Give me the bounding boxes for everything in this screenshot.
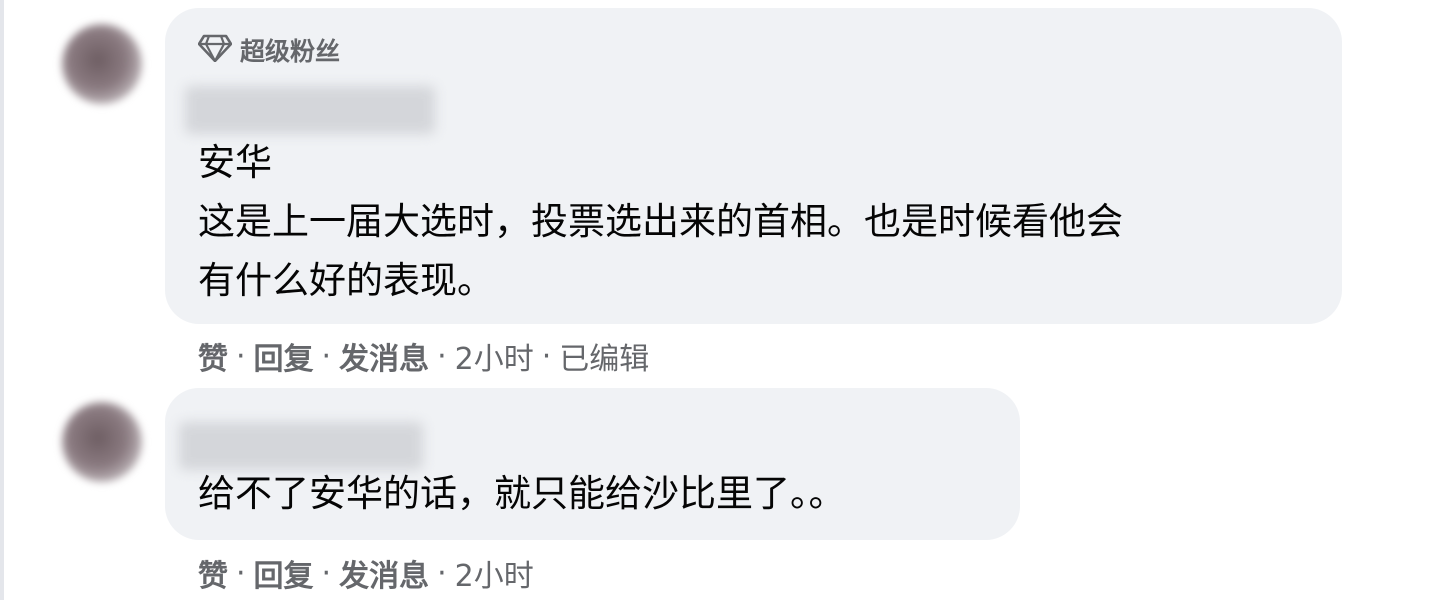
- comment-text: 给不了安华的话，就只能给沙比里了。。: [198, 464, 846, 523]
- edited-label[interactable]: 已编辑: [559, 334, 649, 378]
- separator-dot: ·: [236, 555, 246, 591]
- reply-button[interactable]: 回复: [254, 551, 314, 595]
- comment-line: 给不了安华的话，就只能给沙比里了。。: [198, 472, 846, 515]
- comment-actions: 赞 · 回复 · 发消息 · 2小时 · 已编辑: [198, 334, 649, 378]
- badge-label: 超级粉丝: [240, 37, 341, 66]
- like-button[interactable]: 赞: [198, 334, 228, 378]
- diamond-icon: [197, 34, 233, 66]
- separator-dot: ·: [321, 555, 332, 591]
- comment-line: 这是上一届大选时，投票选出来的首相。也是时候看他会: [198, 200, 1123, 243]
- reply-button[interactable]: 回复: [254, 334, 314, 378]
- separator-dot: ·: [437, 555, 447, 591]
- comment-bubble: 给不了安华的话，就只能给沙比里了。。: [165, 388, 1020, 540]
- avatar[interactable]: [62, 402, 142, 482]
- author-name-blurred[interactable]: [179, 422, 423, 470]
- left-edge-divider: [0, 0, 4, 600]
- comment-line: 安华: [198, 141, 272, 184]
- separator-dot: ·: [437, 338, 447, 374]
- separator-dot: ·: [541, 338, 552, 374]
- separator-dot: ·: [236, 338, 246, 374]
- comment-bubble: 超级粉丝 安华 这是上一届大选时，投票选出来的首相。也是时候看他会 有什么好的表…: [165, 8, 1342, 324]
- timestamp-link[interactable]: 2小时: [455, 551, 534, 595]
- top-fan-badge: 超级粉丝: [197, 32, 341, 68]
- author-name-blurred[interactable]: [185, 86, 435, 134]
- separator-dot: ·: [321, 338, 332, 374]
- timestamp-link[interactable]: 2小时: [455, 334, 534, 378]
- comment-text: 安华 这是上一届大选时，投票选出来的首相。也是时候看他会 有什么好的表现。: [198, 133, 1123, 310]
- comment-line: 有什么好的表现。: [198, 259, 494, 302]
- like-button[interactable]: 赞: [198, 551, 228, 595]
- message-button[interactable]: 发消息: [339, 551, 429, 595]
- avatar[interactable]: [62, 24, 142, 104]
- message-button[interactable]: 发消息: [339, 334, 429, 378]
- comment-actions: 赞 · 回复 · 发消息 · 2小时: [198, 551, 534, 595]
